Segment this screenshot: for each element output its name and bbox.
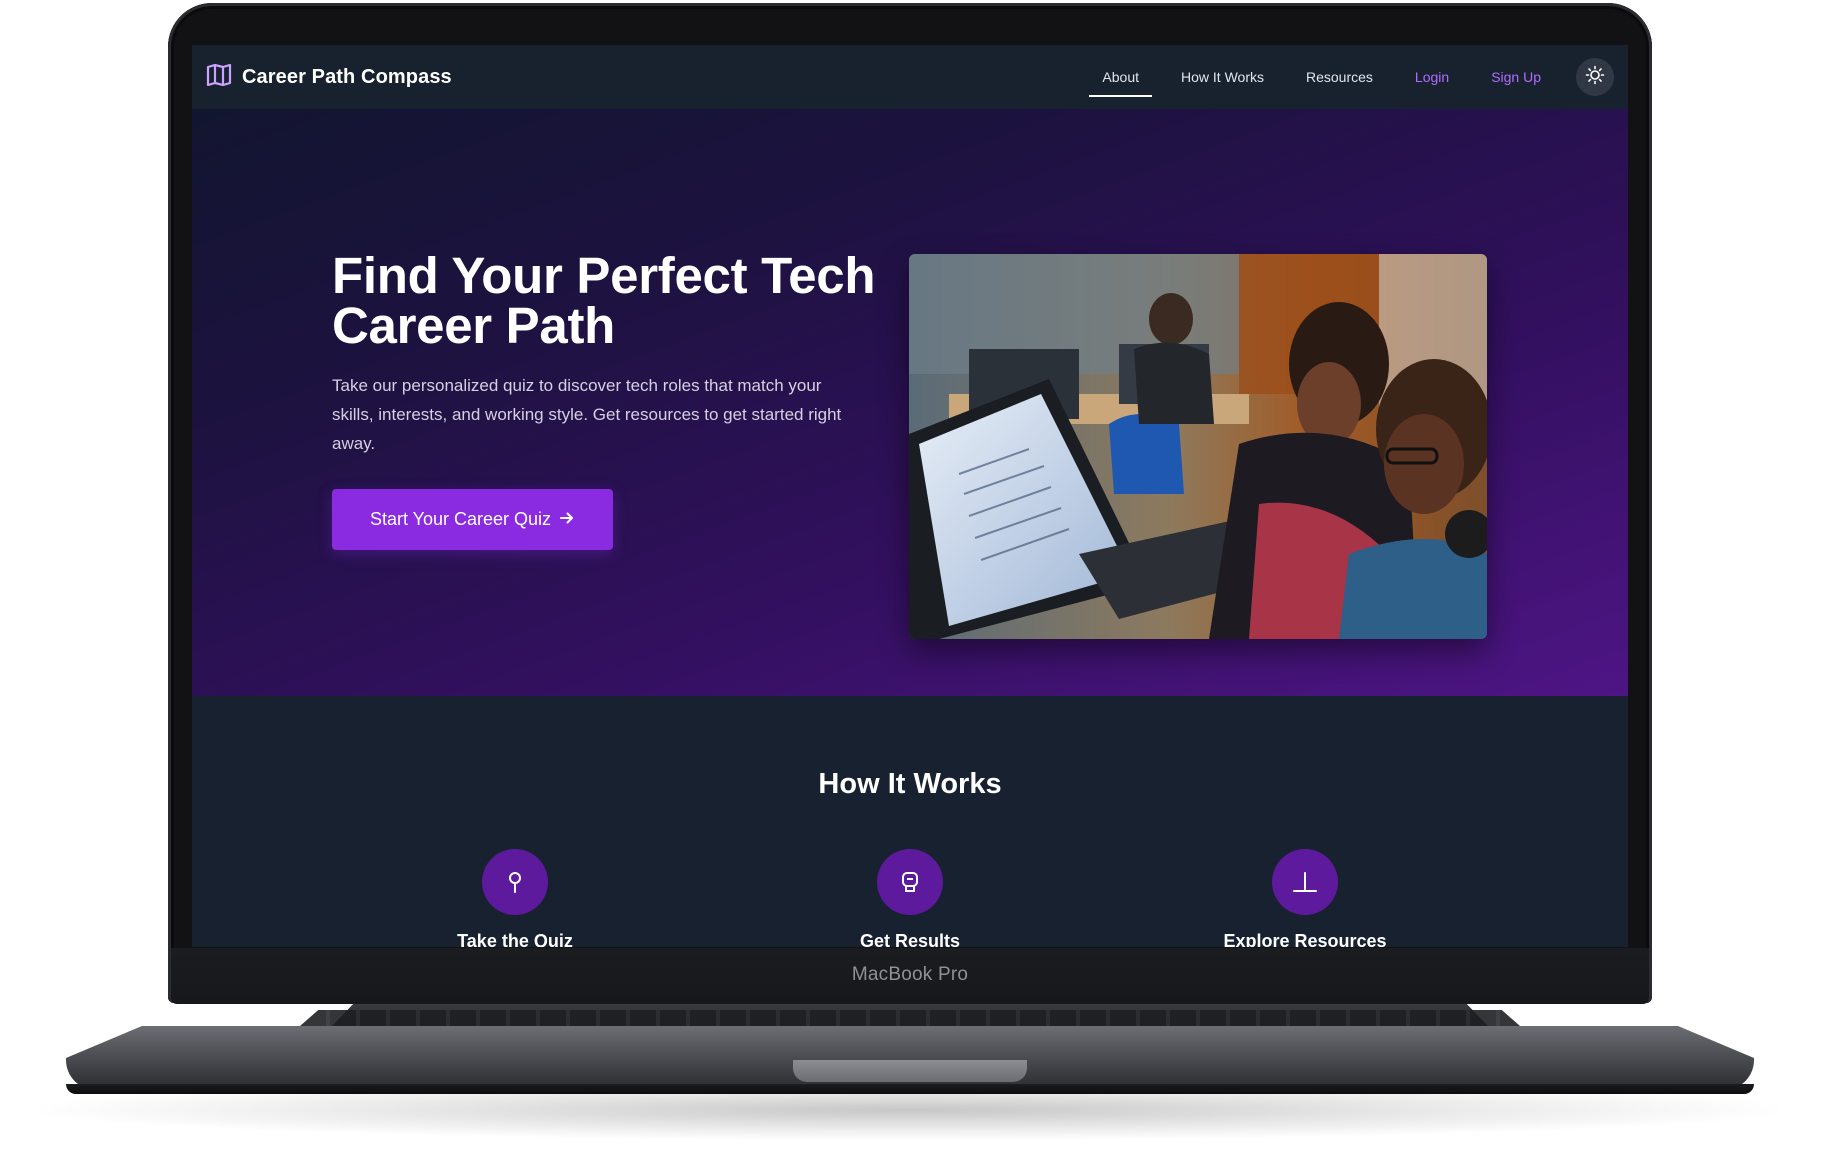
- brand-name: Career Path Compass: [242, 65, 452, 88]
- map-pin-icon: [482, 849, 548, 915]
- step-explore-resources: Explore Resources: [1155, 849, 1455, 947]
- step-title: Explore Resources: [1223, 931, 1387, 947]
- nav-link-sign-up[interactable]: Sign Up: [1478, 45, 1554, 109]
- nav-link-how-it-works[interactable]: How It Works: [1168, 45, 1277, 109]
- how-it-works-title: How It Works: [818, 768, 1002, 800]
- nav-link-resources[interactable]: Resources: [1293, 45, 1386, 109]
- laptop-opening-notch: [793, 1060, 1027, 1082]
- step-get-results: Get Results: [760, 849, 1060, 947]
- top-navbar: Career Path Compass About How It Works R…: [192, 45, 1628, 109]
- arrow-right-icon: [559, 509, 575, 530]
- hero-subtitle: Take our personalized quiz to discover t…: [332, 376, 842, 453]
- step-take-quiz: Take the Quiz: [365, 849, 665, 947]
- laptop-base-edge: [66, 1084, 1754, 1094]
- step-title: Take the Quiz: [457, 931, 573, 947]
- anchor-icon: [1272, 849, 1338, 915]
- start-quiz-label: Start Your Career Quiz: [369, 509, 552, 529]
- nav-link-about[interactable]: About: [1089, 45, 1152, 109]
- nav-links: About How It Works Resources Login Sign …: [1081, 45, 1562, 109]
- photo-people-at-computers: [909, 254, 1487, 639]
- start-quiz-button[interactable]: Start Your Career Quiz: [332, 489, 613, 550]
- sun-icon: [1585, 65, 1605, 90]
- hero-section: Find Your Perfect Tech Career Path Take …: [192, 109, 1628, 696]
- hero-image: [909, 254, 1487, 639]
- map-book-icon: [206, 63, 232, 91]
- laptop-screen: Career Path Compass About How It Works R…: [192, 45, 1628, 947]
- nav-link-login[interactable]: Login: [1402, 45, 1462, 109]
- hero-title: Find Your Perfect Tech Career Path: [332, 247, 876, 354]
- brand[interactable]: Career Path Compass: [206, 63, 452, 91]
- badge-icon: [877, 849, 943, 915]
- device-label: MacBook Pro: [851, 964, 969, 985]
- theme-toggle-button[interactable]: [1576, 58, 1614, 96]
- how-it-works-section: How It Works Take the Quiz Get Results E…: [192, 696, 1628, 947]
- laptop-chin: MacBook Pro: [171, 948, 1649, 1004]
- laptop-keyboard-edge: [300, 1010, 1520, 1026]
- step-title: Get Results: [859, 931, 961, 947]
